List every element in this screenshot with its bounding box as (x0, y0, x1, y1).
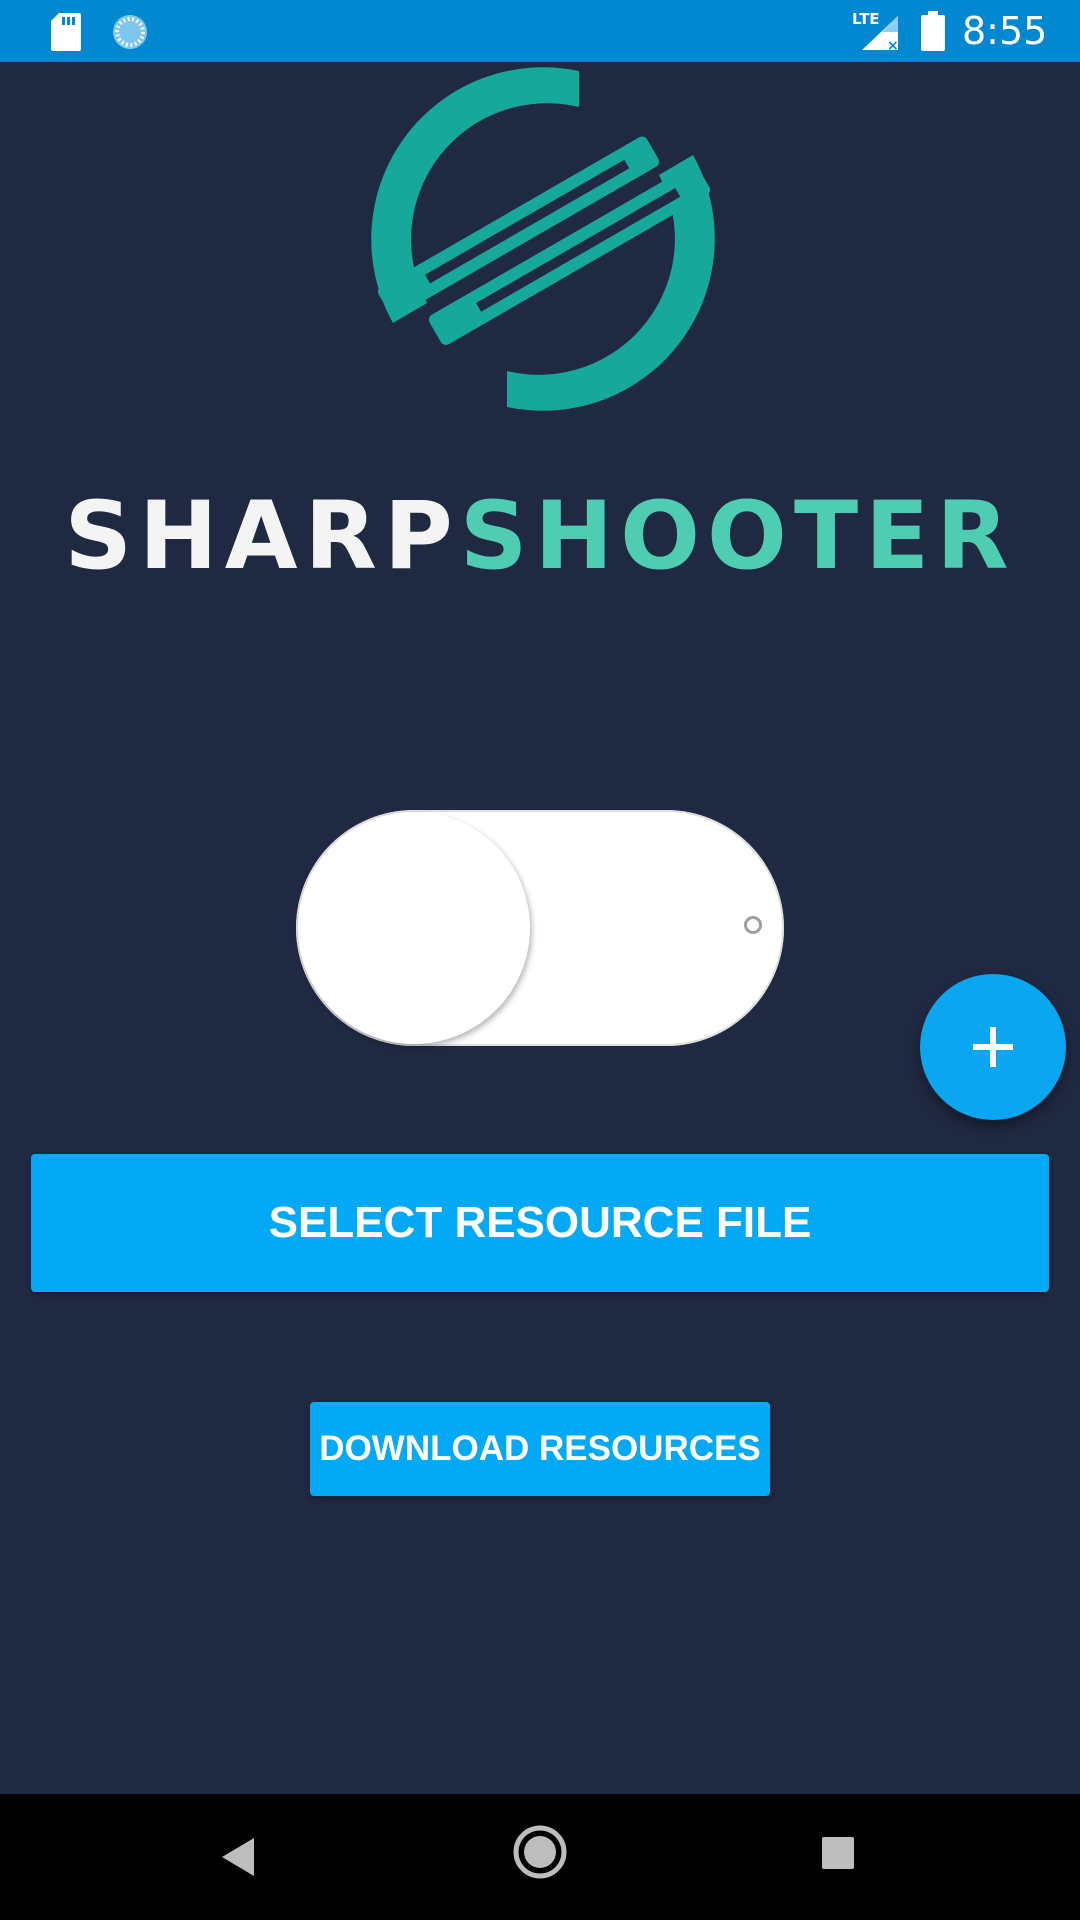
svg-text:×: × (887, 38, 899, 52)
sharpshooter-logo (371, 67, 715, 411)
sd-card-icon (51, 13, 81, 51)
sync-icon (113, 15, 147, 49)
toggle-off-indicator-icon (744, 916, 762, 934)
brand-title-shooter: SHOOTER (459, 482, 1016, 591)
mode-toggle-switch[interactable] (296, 810, 784, 1046)
toggle-thumb[interactable] (298, 812, 530, 1044)
recents-icon[interactable] (820, 1835, 856, 1871)
home-icon[interactable] (512, 1824, 568, 1880)
lte-signal-icon: LTE × (852, 10, 899, 52)
add-fab-button[interactable] (920, 974, 1066, 1120)
brand-title-sharp: SHARP (64, 482, 460, 591)
status-bar: LTE × 8:55 (0, 0, 1080, 62)
navigation-bar (0, 1794, 1080, 1920)
download-resources-button[interactable]: DOWNLOAD RESOURCES (310, 1402, 770, 1496)
plus-icon (973, 1027, 1013, 1067)
select-resource-file-button[interactable]: SELECT RESOURCE FILE (31, 1154, 1049, 1292)
battery-icon (921, 11, 945, 51)
status-time: 8:55 (962, 9, 1048, 53)
back-icon[interactable] (218, 1834, 258, 1880)
brand-title: SHARPSHOOTER (8, 484, 1072, 590)
svg-text:LTE: LTE (852, 10, 880, 28)
